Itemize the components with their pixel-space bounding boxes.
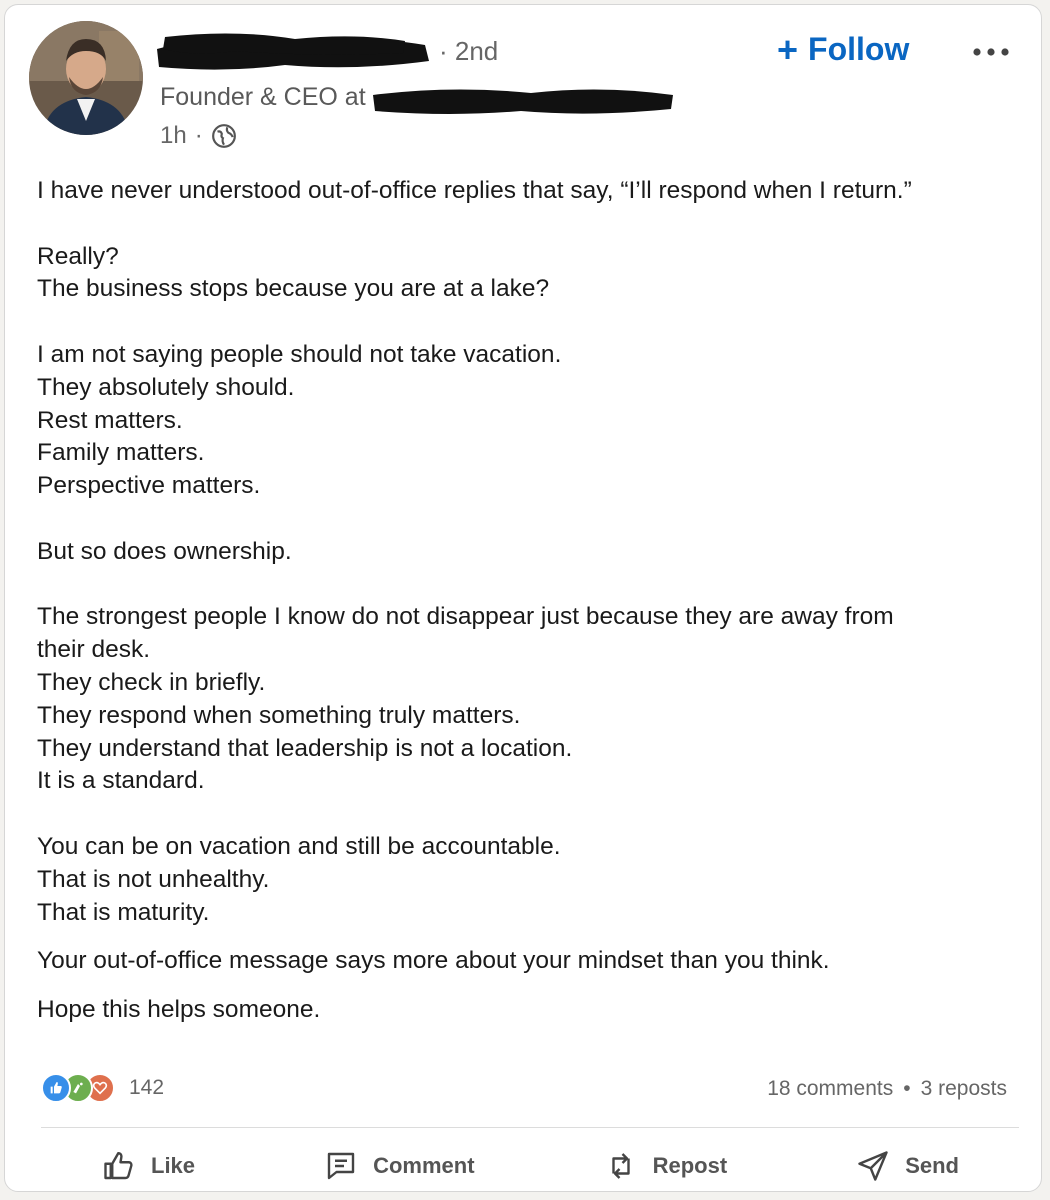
meta-separator: · bbox=[194, 122, 203, 149]
like-button[interactable]: Like bbox=[41, 1141, 253, 1191]
post-paragraph: Really? The business stops because you a… bbox=[37, 242, 550, 303]
redacted-company bbox=[373, 89, 673, 114]
post-paragraph: You can be on vacation and still be acco… bbox=[37, 832, 561, 926]
send-button[interactable]: Send bbox=[797, 1141, 1019, 1191]
post-paragraph: But so does ownership. bbox=[37, 537, 292, 565]
post-paragraph: The strongest people I know do not disap… bbox=[37, 603, 894, 795]
follow-button[interactable]: + Follow bbox=[777, 31, 909, 68]
connection-degree: · 2nd bbox=[439, 36, 499, 66]
post-paragraph: I have never understood out-of-office re… bbox=[37, 177, 912, 204]
reposts-count[interactable]: 3 reposts bbox=[921, 1077, 1007, 1101]
author-headline: Founder & CEO at bbox=[160, 83, 366, 111]
redacted-name bbox=[157, 33, 429, 70]
reactions-summary[interactable]: 142 bbox=[41, 1073, 164, 1103]
like-reaction-icon bbox=[41, 1073, 71, 1103]
repost-label: Repost bbox=[652, 1153, 728, 1178]
comment-button[interactable]: Comment bbox=[265, 1141, 532, 1191]
repost-button[interactable]: Repost bbox=[545, 1141, 786, 1191]
more-options-icon[interactable] bbox=[971, 35, 1011, 69]
plus-icon: + bbox=[777, 28, 799, 70]
send-label: Send bbox=[905, 1153, 959, 1178]
post-paragraph: Your out-of-office message says more abo… bbox=[37, 947, 830, 975]
action-bar: Like Comment Repost Send bbox=[41, 1141, 1019, 1191]
divider bbox=[41, 1127, 1019, 1128]
send-icon bbox=[858, 1151, 888, 1181]
comments-count[interactable]: 18 comments bbox=[767, 1077, 893, 1101]
follow-label: Follow bbox=[808, 31, 910, 67]
post-card: · 2nd Founder & CEO at 1h · + Follow I h… bbox=[4, 4, 1042, 1192]
repost-icon bbox=[611, 1153, 630, 1179]
post-body: I have never understood out-of-office re… bbox=[37, 175, 927, 1060]
globe-icon bbox=[211, 123, 237, 149]
post-paragraph: Hope this helps someone. bbox=[37, 996, 321, 1024]
like-label: Like bbox=[151, 1153, 196, 1178]
comment-icon bbox=[327, 1152, 355, 1180]
post-meta: 1h · bbox=[160, 122, 237, 150]
stats-separator: • bbox=[903, 1077, 911, 1100]
post-time: 1h bbox=[160, 122, 187, 149]
avatar[interactable] bbox=[29, 21, 143, 135]
reaction-count: 142 bbox=[129, 1076, 165, 1099]
thumbs-up-icon bbox=[104, 1152, 133, 1180]
comment-label: Comment bbox=[373, 1153, 475, 1178]
post-stats: 18 comments • 3 reposts bbox=[767, 1077, 1007, 1101]
post-paragraph: I am not saying people should not take v… bbox=[37, 340, 562, 500]
